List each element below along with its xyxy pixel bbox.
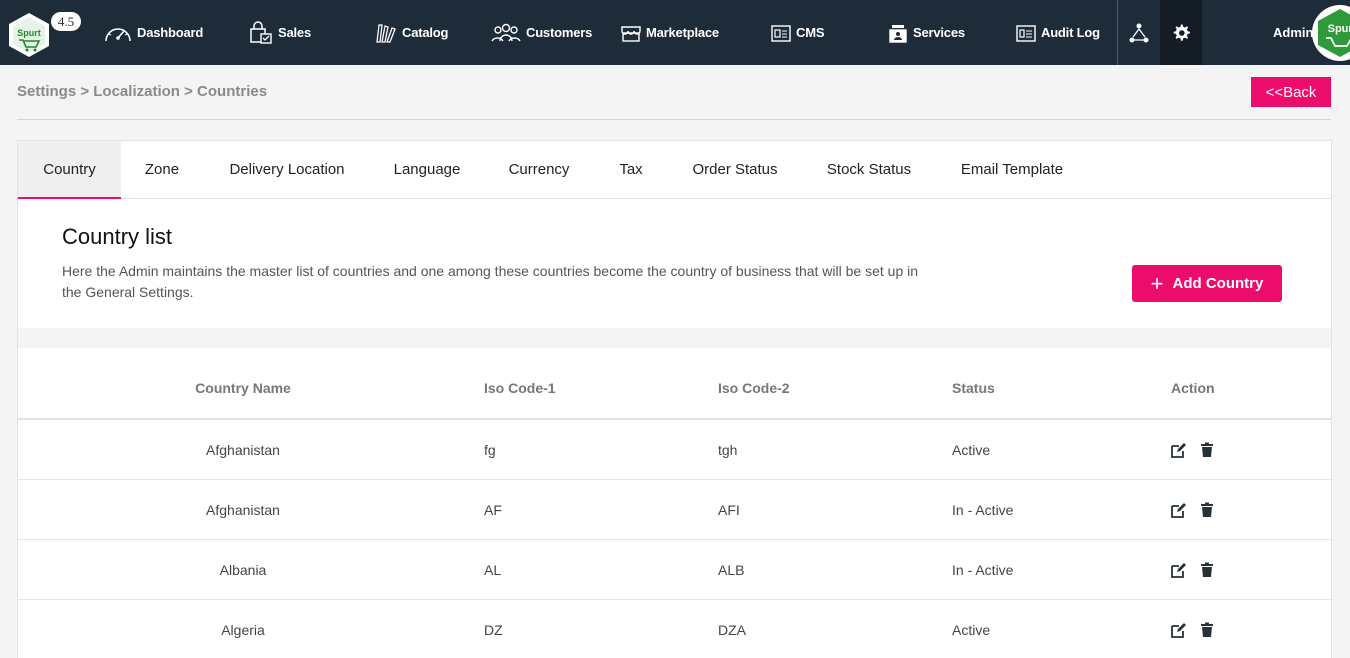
avatar-logo-text: Spurt xyxy=(1328,23,1350,35)
avatar[interactable]: Spurt xyxy=(1312,5,1350,61)
table-row: Algeria DZ DZA Active xyxy=(18,600,1331,658)
logo-text: Spurt xyxy=(17,28,41,38)
country-table: Country Name Iso Code-1 Iso Code-2 Statu… xyxy=(18,348,1331,658)
nav-services[interactable]: Services xyxy=(887,0,965,65)
column-iso-code-1: Iso Code-1 xyxy=(484,380,556,396)
tab-zone[interactable]: Zone xyxy=(121,141,203,199)
nav-cms[interactable]: CMS xyxy=(770,0,824,65)
cell-status: In - Active xyxy=(952,502,1014,518)
tab-currency[interactable]: Currency xyxy=(498,141,580,199)
marketplace-icon xyxy=(621,25,641,42)
cell-iso-code-2: DZA xyxy=(718,622,746,638)
settings-card: Country Zone Delivery Location Language … xyxy=(17,140,1332,658)
cell-iso-code-1: DZ xyxy=(484,622,503,638)
hierarchy-button[interactable] xyxy=(1118,0,1160,65)
customers-icon xyxy=(491,23,521,41)
nav-audit-log[interactable]: Audit Log xyxy=(1015,0,1100,65)
tab-email-template[interactable]: Email Template xyxy=(954,141,1070,199)
row-actions xyxy=(1170,480,1214,540)
nav-sales-label: Sales xyxy=(278,25,311,40)
tab-language[interactable]: Language xyxy=(382,141,472,199)
cell-iso-code-2: AFI xyxy=(718,502,740,518)
sales-icon xyxy=(250,20,272,44)
edit-icon[interactable] xyxy=(1170,562,1187,579)
nav-sales[interactable]: Sales xyxy=(248,0,311,65)
cell-iso-code-1: fg xyxy=(484,442,496,458)
tab-tax[interactable]: Tax xyxy=(610,141,652,199)
cell-country-name: Afghanistan xyxy=(206,442,280,458)
delete-icon[interactable] xyxy=(1200,442,1214,458)
table-header: Country Name Iso Code-1 Iso Code-2 Statu… xyxy=(18,348,1331,420)
row-actions xyxy=(1170,540,1214,600)
row-actions xyxy=(1170,420,1214,480)
cell-status: In - Active xyxy=(952,562,1014,578)
cms-icon xyxy=(771,24,791,42)
delete-icon[interactable] xyxy=(1200,562,1214,578)
nav-dashboard[interactable]: Dashboard xyxy=(103,0,203,65)
breadcrumb: Settings > Localization > Countries xyxy=(17,83,268,100)
column-action: Action xyxy=(1171,380,1215,396)
version-badge: 4.5 xyxy=(51,12,81,31)
add-country-button[interactable]: + Add Country xyxy=(1132,265,1282,302)
cell-country-name: Afghanistan xyxy=(206,502,280,518)
dashboard-icon xyxy=(105,27,131,41)
cell-country-name: Algeria xyxy=(221,622,265,638)
tab-stock-status[interactable]: Stock Status xyxy=(820,141,918,199)
spurt-logo[interactable]: Spurt xyxy=(8,12,50,58)
admin-label[interactable]: Admin xyxy=(1273,0,1313,65)
tab-delivery-location[interactable]: Delivery Location xyxy=(213,141,361,199)
nav-catalog[interactable]: Catalog xyxy=(374,0,448,65)
row-actions xyxy=(1170,600,1214,658)
top-navbar: Spurt 4.5 Dashboard Sales Catalog Custom… xyxy=(0,0,1350,65)
audit-log-icon xyxy=(1016,24,1036,42)
plus-icon: + xyxy=(1150,270,1164,296)
edit-icon[interactable] xyxy=(1170,442,1187,459)
add-country-label: Add Country xyxy=(1172,275,1264,292)
column-iso-code-2: Iso Code-2 xyxy=(718,380,790,396)
nav-marketplace-label: Marketplace xyxy=(646,25,719,40)
nav-services-label: Services xyxy=(913,25,965,40)
tab-order-status[interactable]: Order Status xyxy=(686,141,784,199)
nav-audit-log-label: Audit Log xyxy=(1041,25,1100,40)
catalog-icon xyxy=(376,23,396,43)
settings-tabs: Country Zone Delivery Location Language … xyxy=(18,141,1331,199)
cell-status: Active xyxy=(952,622,991,638)
services-icon xyxy=(889,24,907,43)
settings-button[interactable] xyxy=(1160,0,1202,65)
nav-customers-label: Customers xyxy=(526,25,593,40)
cell-iso-code-2: ALB xyxy=(718,562,745,578)
delete-icon[interactable] xyxy=(1200,502,1214,518)
page-title: Country list xyxy=(62,224,173,249)
nav-customers[interactable]: Customers xyxy=(490,0,592,65)
nav-dashboard-label: Dashboard xyxy=(137,25,204,40)
nav-catalog-label: Catalog xyxy=(402,25,449,40)
delete-icon[interactable] xyxy=(1200,622,1214,638)
cell-iso-code-2: tgh xyxy=(718,442,738,458)
cell-country-name: Albania xyxy=(219,562,267,578)
table-row: Albania AL ALB In - Active xyxy=(18,540,1331,600)
back-button[interactable]: <<Back xyxy=(1251,77,1331,107)
breadcrumb-divider xyxy=(17,119,1331,120)
cell-status: Active xyxy=(952,442,991,458)
section-gap xyxy=(18,328,1331,348)
column-status: Status xyxy=(952,380,995,396)
table-row: Afghanistan AF AFI In - Active xyxy=(18,480,1331,540)
nav-marketplace[interactable]: Marketplace xyxy=(620,0,719,65)
cell-iso-code-1: AF xyxy=(484,502,502,518)
hierarchy-icon xyxy=(1129,23,1149,42)
table-row: Afghanistan fg tgh Active xyxy=(18,420,1331,480)
column-country-name: Country Name xyxy=(195,380,291,396)
page-description: Here the Admin maintains the master list… xyxy=(62,263,919,300)
country-list-header: Country list Here the Admin maintains th… xyxy=(18,199,1331,328)
edit-icon[interactable] xyxy=(1170,502,1187,519)
cell-iso-code-1: AL xyxy=(484,562,502,578)
gear-icon xyxy=(1173,24,1190,41)
nav-cms-label: CMS xyxy=(796,25,825,40)
tab-country[interactable]: Country xyxy=(18,141,121,199)
edit-icon[interactable] xyxy=(1170,622,1187,639)
